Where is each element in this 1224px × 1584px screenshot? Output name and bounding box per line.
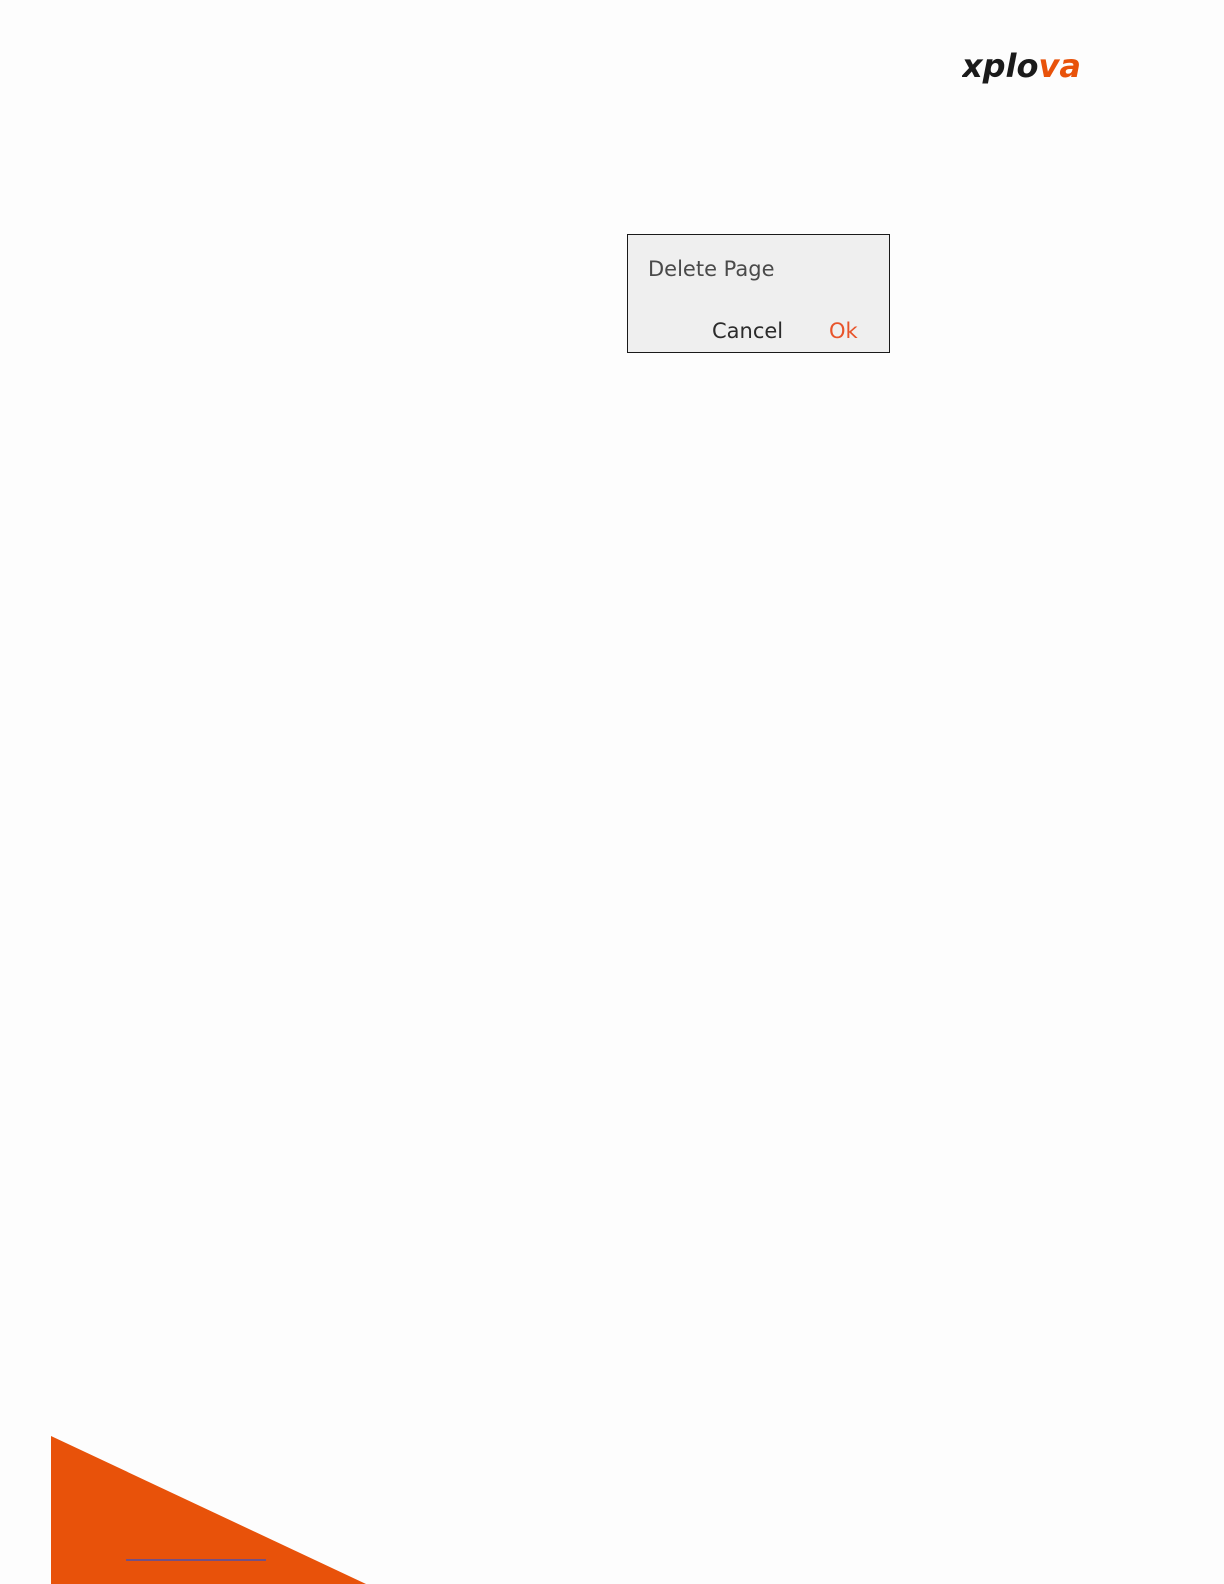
- logo-text-accent: va: [1039, 50, 1081, 84]
- ok-button[interactable]: Ok: [829, 319, 858, 343]
- delete-page-dialog: Delete Page Cancel Ok: [627, 234, 890, 353]
- xplova-logo: xplova: [962, 50, 1081, 84]
- cancel-button[interactable]: Cancel: [712, 319, 783, 343]
- svg-text:xplova: xplova: [962, 50, 1081, 84]
- dialog-title: Delete Page: [648, 257, 775, 281]
- footer-corner-decoration: [51, 1436, 366, 1584]
- logo-text-dark: xplo: [962, 50, 1039, 84]
- orange-triangle: [51, 1436, 366, 1584]
